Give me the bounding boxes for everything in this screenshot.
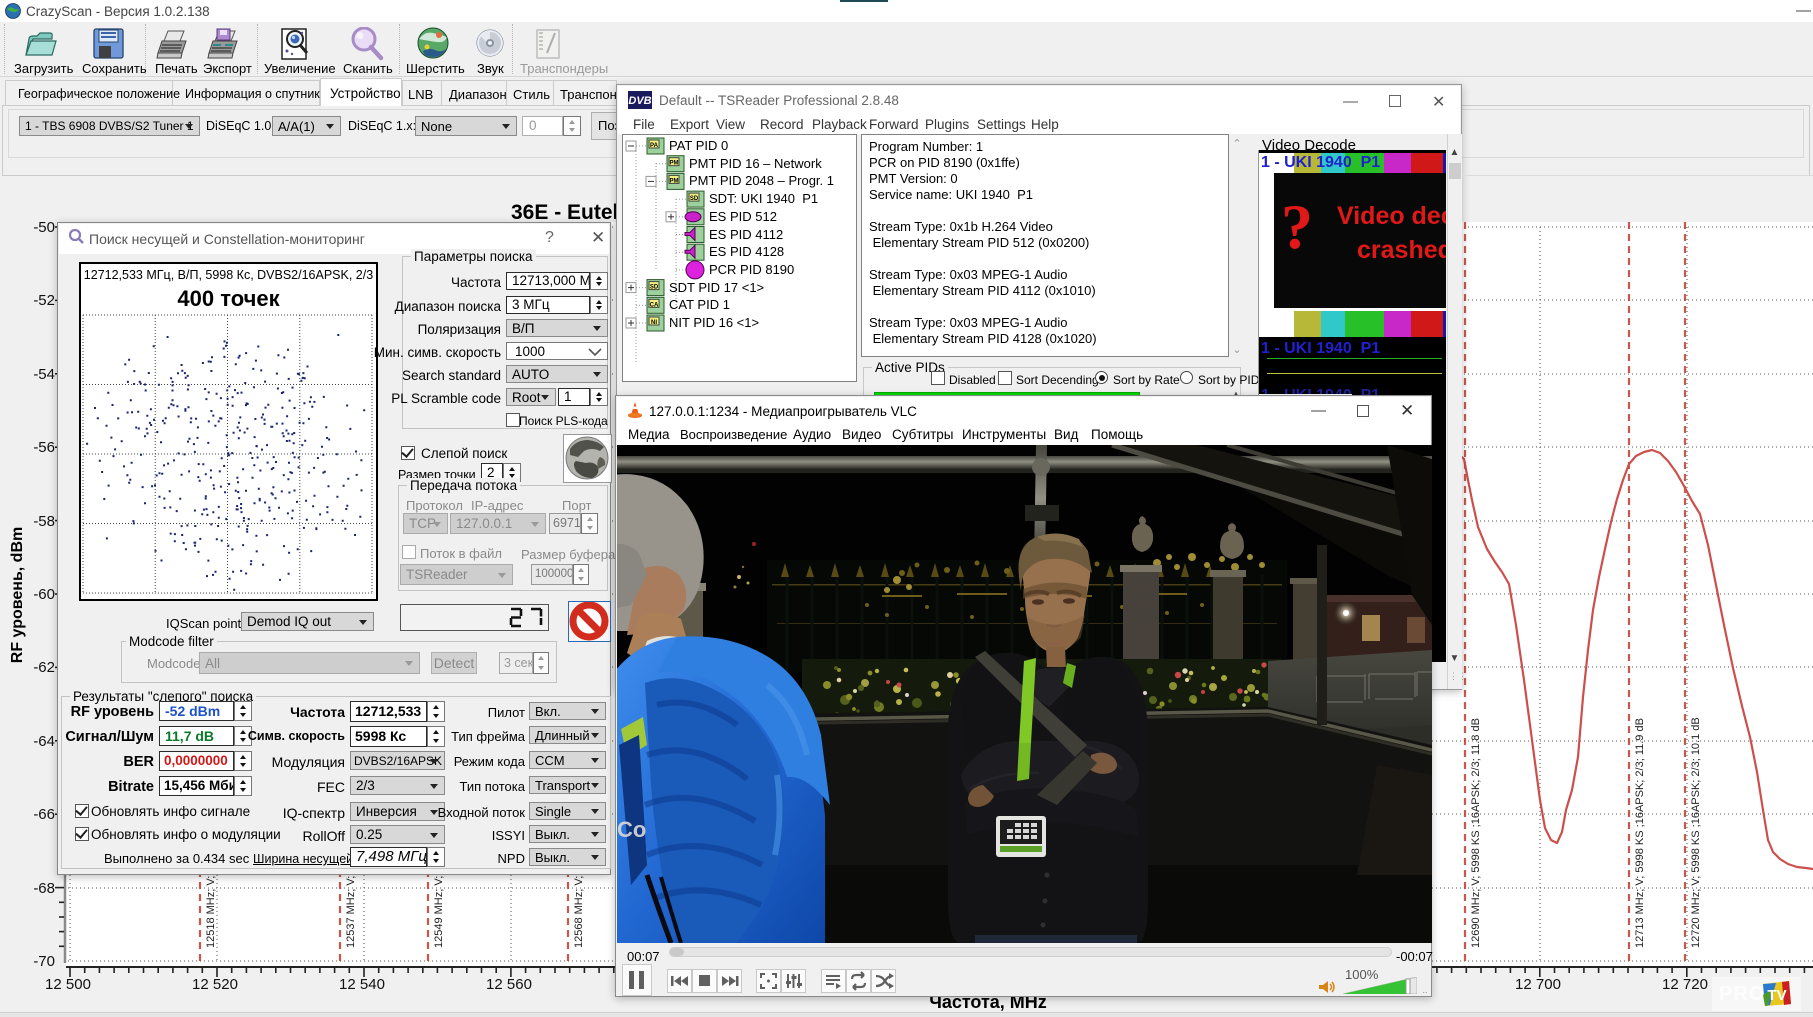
svg-text:12 500: 12 500 (45, 976, 91, 993)
svg-text:-70: -70 (33, 953, 55, 970)
svg-text:-54: -54 (33, 366, 55, 383)
svg-text:-56: -56 (33, 439, 55, 456)
svg-text:12 520: 12 520 (192, 976, 238, 993)
svg-text:SD: SD (650, 285, 659, 291)
svg-text:PA: PA (650, 143, 659, 149)
svg-text:12 540: 12 540 (339, 976, 385, 993)
svg-text:-50: -50 (33, 219, 55, 236)
svg-text:12 560: 12 560 (486, 976, 532, 993)
svg-text:PM: PM (670, 178, 679, 184)
svg-text:Co: Co (617, 817, 646, 842)
svg-text:-58: -58 (33, 513, 55, 530)
svg-text:-64: -64 (33, 733, 55, 750)
svg-text:-66: -66 (33, 806, 55, 823)
svg-text:-62: -62 (33, 659, 55, 676)
svg-text:PM: PM (670, 161, 679, 167)
svg-text:12720 MHz; V; 5998 KS ;16APSK;: 12720 MHz; V; 5998 KS ;16APSK; 2/3; 10.1… (1690, 717, 1702, 948)
svg-text:SD: SD (690, 196, 699, 202)
svg-text:-68: -68 (33, 880, 55, 897)
svg-text:DVB: DVB (628, 95, 651, 107)
svg-text:12690 MHz; V; 5998 KS ;16APSK;: 12690 MHz; V; 5998 KS ;16APSK; 2/3; 11.8… (1470, 718, 1482, 948)
svg-text:RF уровень, dBm: RF уровень, dBm (9, 527, 26, 663)
svg-text:12 720: 12 720 (1662, 976, 1708, 993)
svg-text:12713 MHz; V; 5998 KS ;16APSK;: 12713 MHz; V; 5998 KS ;16APSK; 2/3; 11.9… (1634, 718, 1646, 948)
svg-text:-60: -60 (33, 586, 55, 603)
svg-text:NI: NI (651, 320, 657, 326)
svg-text:12 700: 12 700 (1515, 976, 1561, 993)
svg-text:CA: CA (650, 302, 659, 308)
svg-text:TV: TV (1767, 987, 1786, 1004)
svg-text:-52: -52 (33, 292, 55, 309)
